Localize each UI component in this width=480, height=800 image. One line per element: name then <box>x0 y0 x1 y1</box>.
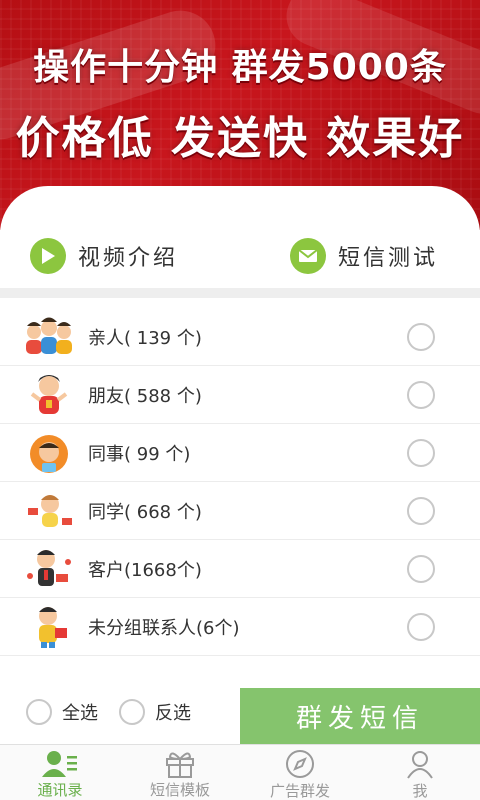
family-avatar <box>26 317 72 354</box>
video-intro-button[interactable]: 视频介绍 <box>30 236 178 276</box>
group-label: 同事( 99 个) <box>88 443 191 465</box>
group-row-ungrouped[interactable]: 未分组联系人(6个) <box>0 598 480 656</box>
video-intro-label: 视频介绍 <box>78 246 179 271</box>
tab-contacts[interactable]: 通讯录 <box>0 745 120 800</box>
group-label: 客户(1668个) <box>88 559 202 581</box>
group-select-radio[interactable] <box>407 380 435 409</box>
compass-icon <box>285 749 315 779</box>
invert-selection-option[interactable]: 反选 <box>119 698 191 726</box>
user-icon <box>405 749 435 779</box>
tab-label: 我 <box>412 782 428 800</box>
group-select-radio[interactable] <box>407 496 435 525</box>
tab-label: 短信模板 <box>149 781 210 799</box>
group-row-customers[interactable]: 客户(1668个) <box>0 540 480 598</box>
ungrouped-avatar <box>39 607 67 648</box>
banner-headline: 操作十分钟 群发5000条 <box>33 47 447 88</box>
group-select-radio[interactable] <box>407 438 435 467</box>
tab-me[interactable]: 我 <box>360 745 480 800</box>
contacts-icon <box>41 749 79 778</box>
group-row-classmates[interactable]: 同学( 668 个) <box>0 482 480 540</box>
tab-ad-broadcast[interactable]: 广告群发 <box>240 745 360 800</box>
envelope-icon <box>290 238 326 274</box>
group-label: 未分组联系人(6个) <box>88 617 240 639</box>
group-row-friends[interactable]: 朋友( 588 个) <box>0 366 480 424</box>
group-row-family[interactable]: 亲人( 139 个) <box>0 308 480 366</box>
group-label: 朋友( 588 个) <box>88 385 202 407</box>
select-all-radio[interactable] <box>26 699 52 725</box>
group-label: 同学( 668 个) <box>88 501 202 523</box>
colleague-avatar <box>30 435 68 473</box>
sms-test-button[interactable]: 短信测试 <box>290 236 438 276</box>
group-select-radio[interactable] <box>407 322 435 351</box>
select-all-option[interactable]: 全选 <box>26 698 98 726</box>
group-select-radio[interactable] <box>407 554 435 583</box>
invert-selection-label: 反选 <box>155 703 191 724</box>
tab-label: 通讯录 <box>37 781 83 799</box>
contact-group-list: 亲人( 139 个) 朋友( 588 个) 同事( 99 个) 同学( 668 … <box>0 308 480 656</box>
section-divider <box>0 288 480 298</box>
group-row-colleagues[interactable]: 同事( 99 个) <box>0 424 480 482</box>
group-select-radio[interactable] <box>407 612 435 641</box>
bottom-tab-bar: 通讯录 短信模板 广告群发 我 <box>0 744 480 800</box>
friend-avatar <box>30 375 68 414</box>
group-send-button[interactable]: 群发短信 <box>240 688 480 744</box>
group-label: 亲人( 139 个) <box>88 327 202 349</box>
sms-test-label: 短信测试 <box>338 246 439 271</box>
classmate-avatar <box>28 495 72 527</box>
play-icon <box>30 238 66 274</box>
customer-avatar <box>27 550 71 586</box>
gift-icon <box>164 749 196 778</box>
select-all-label: 全选 <box>62 703 98 724</box>
invert-selection-radio[interactable] <box>119 699 145 725</box>
tab-label: 广告群发 <box>269 782 330 800</box>
banner-slogan: 价格低 发送快 效果好 <box>15 113 465 164</box>
tab-sms-templates[interactable]: 短信模板 <box>120 745 240 800</box>
